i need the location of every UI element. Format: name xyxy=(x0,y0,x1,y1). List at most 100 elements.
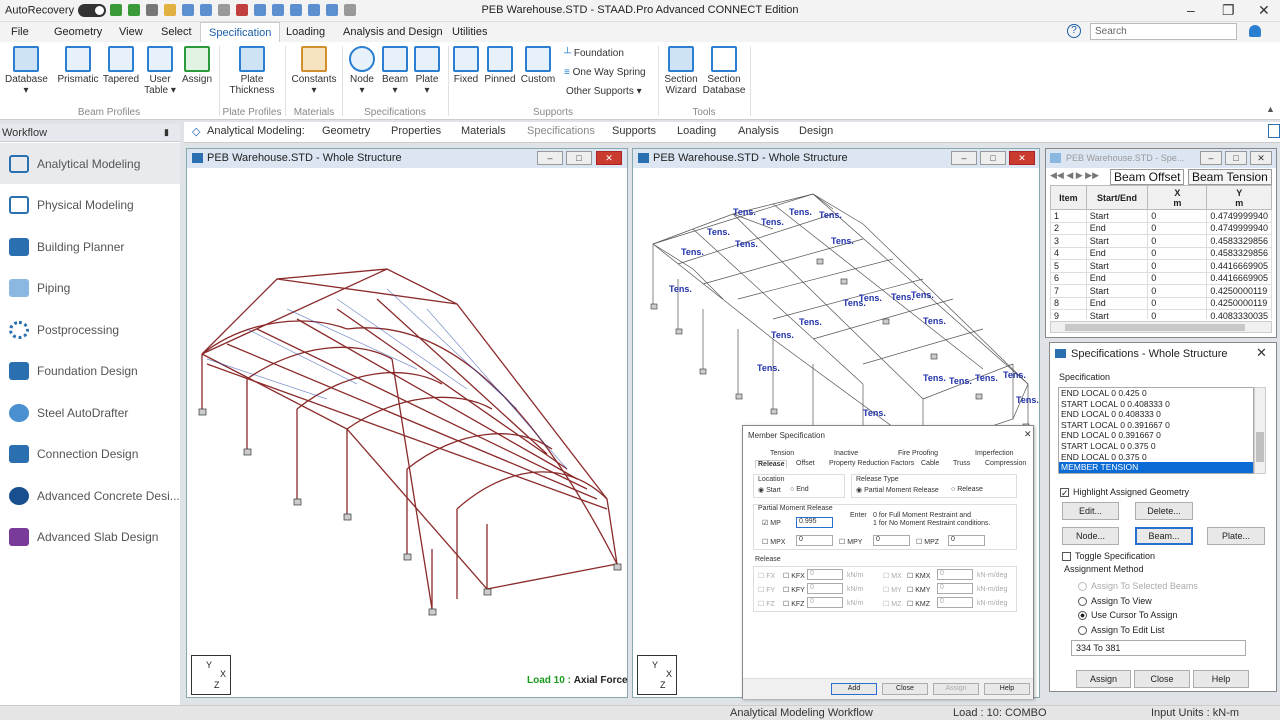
plate-button[interactable]: Plate... xyxy=(1207,527,1265,545)
kfy-input[interactable]: 0 xyxy=(807,583,843,594)
location-start-radio[interactable]: ◉ Start xyxy=(758,486,781,494)
table-cell[interactable]: 0 xyxy=(1147,284,1208,298)
plate-spec-button[interactable]: Plate ▾ xyxy=(412,46,442,96)
assign-profile-button[interactable]: Assign xyxy=(180,46,214,85)
table-cell[interactable]: 0 xyxy=(1147,296,1208,310)
tapered-button[interactable]: Tapered xyxy=(102,46,140,85)
specification-list[interactable]: END LOCAL 0 0.425 0 START LOCAL 0 0.4083… xyxy=(1058,387,1254,474)
close-icon[interactable]: ✕ xyxy=(1258,2,1270,19)
table-cell[interactable]: Start xyxy=(1085,309,1149,319)
edit-button[interactable]: Edit... xyxy=(1062,502,1119,520)
kmy-checkbox[interactable]: ☐ KMY xyxy=(907,586,930,594)
kfz-checkbox[interactable]: ☐ KFZ xyxy=(783,600,804,608)
table-cell[interactable]: 6 xyxy=(1050,271,1087,285)
tab-specifications[interactable]: Specifications xyxy=(527,125,595,137)
kmx-checkbox[interactable]: ☐ KMX xyxy=(907,572,930,580)
tab-design[interactable]: Design xyxy=(799,125,833,137)
table-cell[interactable]: 5 xyxy=(1050,259,1087,273)
list-item[interactable]: START LOCAL 0 0.391667 0 xyxy=(1059,420,1253,431)
delete-button[interactable]: Delete... xyxy=(1135,502,1193,520)
tab-truss[interactable]: Truss xyxy=(953,460,970,467)
table-row[interactable]: 3 Start 0 0.4583329856 xyxy=(1050,234,1272,248)
prismatic-button[interactable]: Prismatic xyxy=(57,46,99,85)
dialog-close-button[interactable]: Close xyxy=(882,683,928,695)
tab-imperfection[interactable]: Imperfection xyxy=(975,450,1014,457)
kfz-input[interactable]: 0 xyxy=(807,597,843,608)
list-item[interactable]: START LOCAL 0 0.375 0 xyxy=(1059,441,1253,452)
workflow-item-foundation-design[interactable]: Foundation Design xyxy=(0,350,180,391)
release-radio[interactable]: ○ Release xyxy=(951,486,983,493)
kmz-input[interactable]: 0 xyxy=(937,597,973,608)
list-scrollbar[interactable] xyxy=(1254,387,1266,474)
location-end-radio[interactable]: ○ End xyxy=(790,486,809,493)
tab-beam-offset[interactable]: Beam Offset xyxy=(1110,169,1185,185)
table-cell[interactable]: 3 xyxy=(1050,234,1087,248)
table-tab-scroll-icons[interactable]: ◀◀ ◀ ▶ ▶▶ xyxy=(1050,170,1099,181)
table-cell[interactable]: 9 xyxy=(1050,309,1087,319)
highlight-assigned-checkbox[interactable]: ✓ Highlight Assigned Geometry xyxy=(1060,487,1189,498)
spec-panel-close-icon[interactable]: ✕ xyxy=(1256,345,1267,361)
table-cell[interactable]: 0 xyxy=(1147,271,1208,285)
close-button[interactable]: Close xyxy=(1134,670,1190,688)
constants-button[interactable]: Constants ▾ xyxy=(290,46,338,96)
mpx-checkbox[interactable]: ☐ MPX xyxy=(762,538,785,546)
workflow-item-connection-design[interactable]: Connection Design xyxy=(0,433,180,474)
minimize-icon[interactable]: – xyxy=(1187,2,1195,18)
table-row[interactable]: 4 End 0 0.4583329856 xyxy=(1050,246,1272,260)
table-cell[interactable]: 0 xyxy=(1147,259,1208,273)
maximize-icon[interactable]: ❐ xyxy=(1222,2,1235,19)
table-row[interactable]: 7 Start 0 0.4250000119 xyxy=(1050,284,1272,298)
fx-checkbox[interactable]: ☐ FX xyxy=(758,572,775,580)
table-row[interactable]: 2 End 0 0.4749999940 xyxy=(1050,221,1272,235)
table-cell[interactable]: 0 xyxy=(1147,209,1208,223)
table-cell[interactable]: 0 xyxy=(1147,221,1208,235)
mpy-input[interactable]: 0 xyxy=(873,535,910,546)
pin-icon[interactable]: ▮ xyxy=(164,127,169,138)
table-cell[interactable]: 0.4416669905 xyxy=(1206,271,1272,285)
table-cell[interactable]: Start xyxy=(1085,259,1149,273)
dialog-assign-button[interactable]: Assign xyxy=(933,683,979,695)
table-cell[interactable]: 0.4083330035 xyxy=(1206,309,1272,319)
foundation-button[interactable]: ┴ Foundation xyxy=(564,48,624,59)
node-spec-button[interactable]: Node ▾ xyxy=(347,46,377,96)
menu-loading[interactable]: Loading xyxy=(286,26,325,38)
custom-support-button[interactable]: Custom xyxy=(520,46,556,85)
structure-view-1[interactable]: PEB Warehouse.STD - Whole Structure – □ … xyxy=(186,148,628,698)
kfx-checkbox[interactable]: ☐ KFX xyxy=(783,572,805,580)
table-cell[interactable]: 0.4583329856 xyxy=(1206,234,1272,248)
assign-selected-beams-radio[interactable]: Assign To Selected Beams xyxy=(1078,581,1198,592)
table-row[interactable]: 1 Start 0 0.4749999940 xyxy=(1050,209,1272,223)
menu-analysis-design[interactable]: Analysis and Design xyxy=(343,26,443,38)
fixed-support-button[interactable]: Fixed xyxy=(452,46,480,85)
table-cell[interactable]: 0 xyxy=(1147,246,1208,260)
workflow-item-physical-modeling[interactable]: Physical Modeling xyxy=(0,184,180,225)
menu-file[interactable]: File xyxy=(11,26,29,38)
table-cell[interactable]: Start xyxy=(1085,284,1149,298)
workflow-item-postprocessing[interactable]: Postprocessing xyxy=(0,309,180,350)
add-button[interactable]: Add xyxy=(831,683,877,695)
mpz-checkbox[interactable]: ☐ MPZ xyxy=(916,538,939,546)
beam-spec-button[interactable]: Beam ▾ xyxy=(380,46,410,96)
menu-select[interactable]: Select xyxy=(161,26,192,38)
tab-tension[interactable]: Tension xyxy=(770,450,794,457)
view-2-minimize-button[interactable]: – xyxy=(951,151,977,165)
table-cell[interactable]: End xyxy=(1085,221,1149,235)
tab-beam-tension[interactable]: Beam Tension xyxy=(1188,169,1272,185)
mpy-checkbox[interactable]: ☐ MPY xyxy=(839,538,862,546)
user-icon[interactable] xyxy=(1249,25,1261,37)
toggle-specification-checkbox[interactable]: Toggle Specification xyxy=(1062,551,1155,562)
dialog-close-icon[interactable]: ✕ xyxy=(1024,429,1032,440)
workflow-item-steel-autodrafter[interactable]: Steel AutoDrafter xyxy=(0,392,180,433)
workflow-item-advanced-slab[interactable]: Advanced Slab Design xyxy=(0,516,180,557)
tab-loading[interactable]: Loading xyxy=(677,125,716,137)
table-close-button[interactable]: ✕ xyxy=(1250,151,1272,165)
view-1-minimize-button[interactable]: – xyxy=(537,151,563,165)
structure-model-axial[interactable] xyxy=(187,169,627,697)
view-1-close-button[interactable]: ✕ xyxy=(596,151,622,165)
database-button[interactable]: Database ▾ xyxy=(5,46,48,96)
table-cell[interactable]: 8 xyxy=(1050,296,1087,310)
menu-specification[interactable]: Specification xyxy=(200,22,281,42)
table-cell[interactable]: End xyxy=(1085,271,1149,285)
tab-cable[interactable]: Cable xyxy=(921,460,939,467)
table-cell[interactable]: Start xyxy=(1085,234,1149,248)
